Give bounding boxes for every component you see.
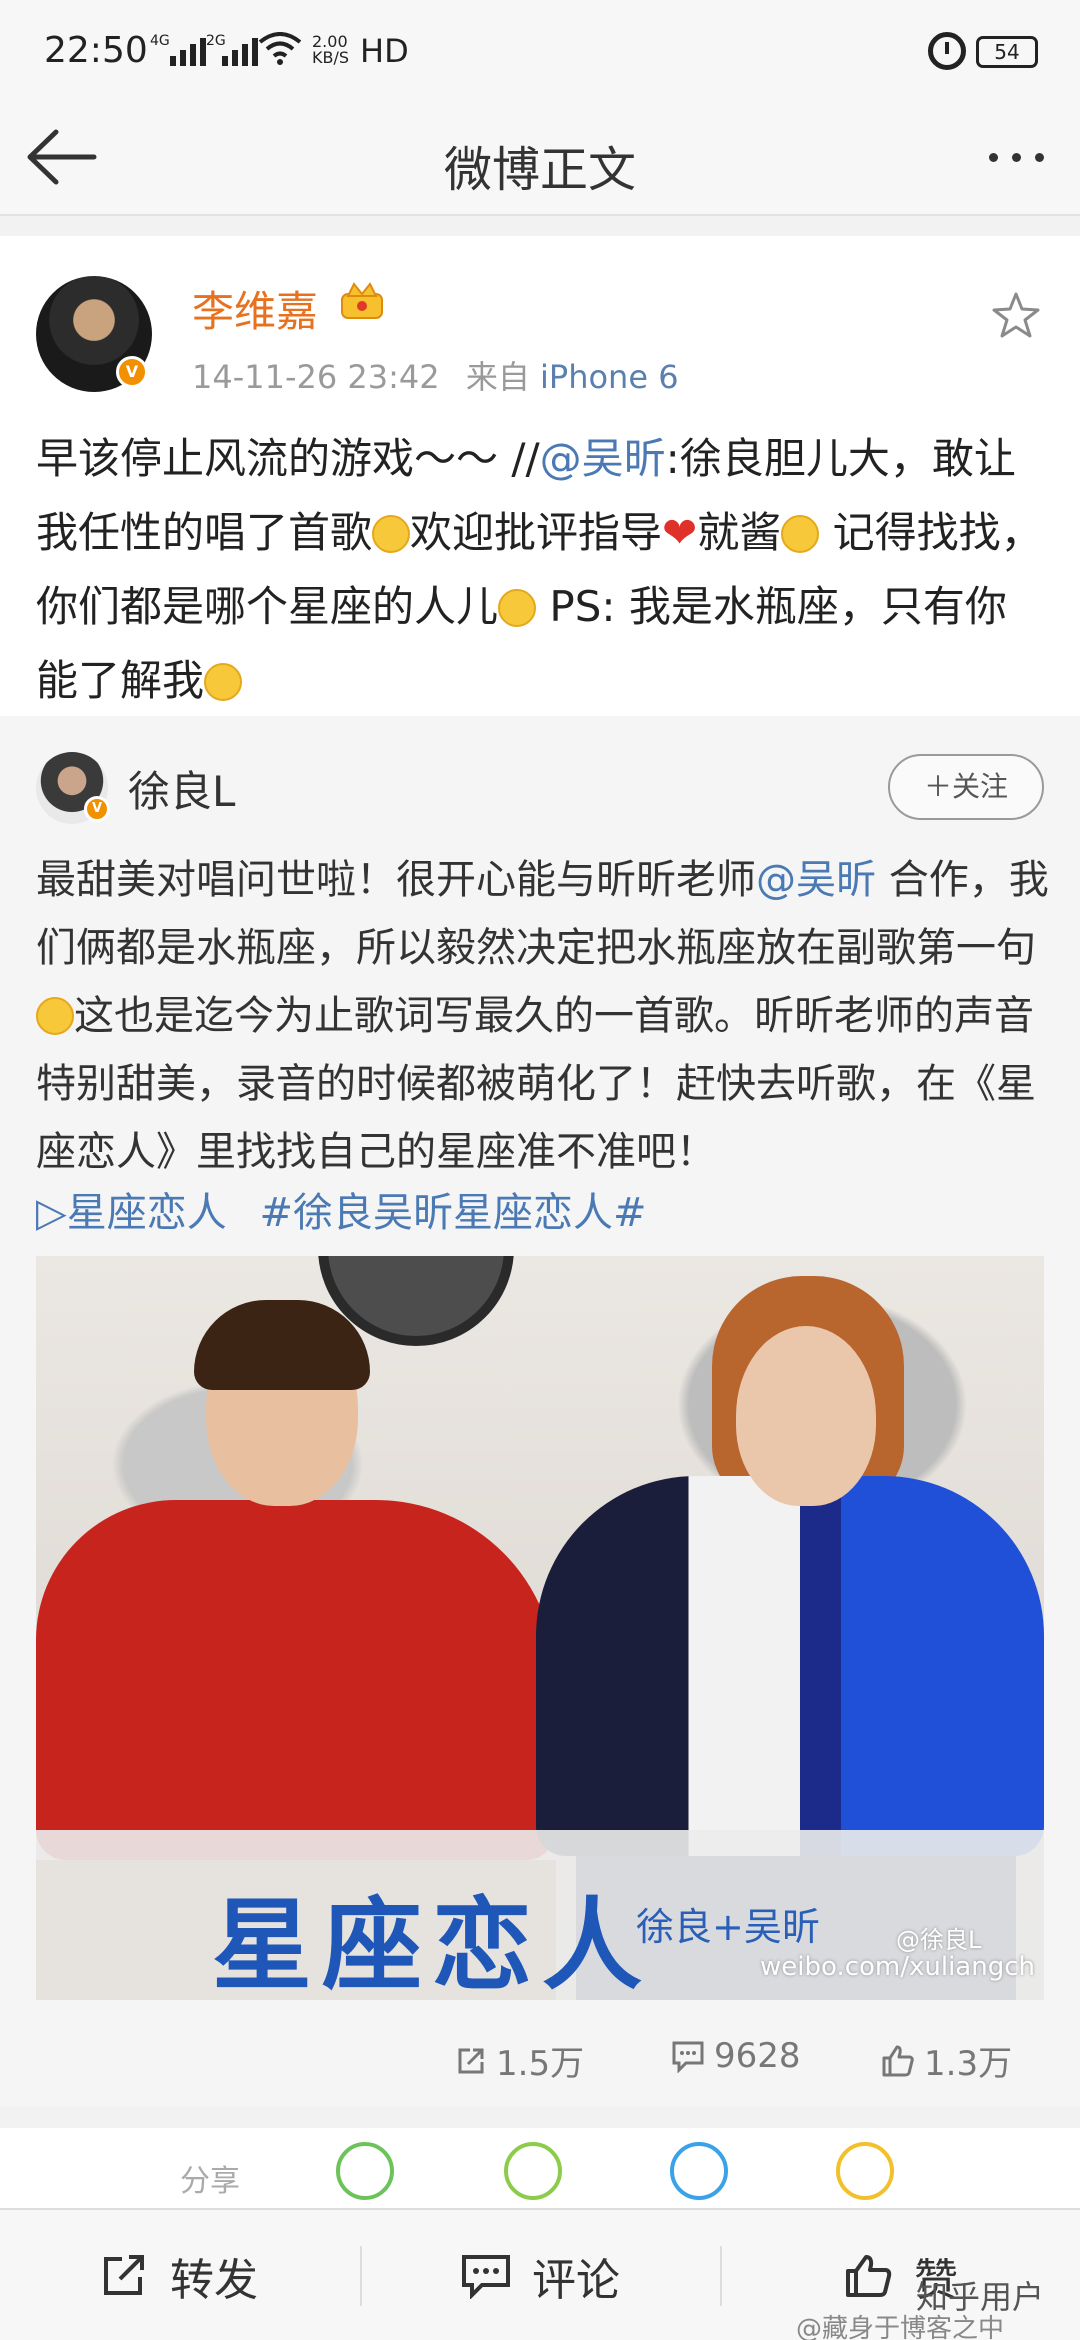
album-artists: 徐良+吴昕 [636, 1905, 820, 1949]
author-name[interactable]: 李维嘉 [192, 278, 318, 339]
share-label: 分享 [180, 2164, 240, 2199]
crown-icon [341, 282, 383, 319]
hd-indicator: HD [360, 32, 409, 70]
like-count[interactable]: 1.3万 [880, 2036, 1012, 2085]
thumbs-up-icon [882, 2045, 914, 2076]
moments-icon[interactable] [504, 2142, 562, 2200]
like-toolbar-icon [846, 2255, 892, 2297]
repost-button[interactable]: 转发 [100, 2210, 258, 2340]
repost-count[interactable]: 1.5万 [454, 2036, 584, 2085]
toolbar-divider [720, 2246, 722, 2306]
status-time: 22:50 [44, 30, 148, 71]
repost-links: ▷星座恋人 #徐良吴昕星座恋人# [36, 1180, 647, 1238]
person-right-figure [536, 1476, 1044, 1856]
tongue-emoji-icon [372, 515, 411, 553]
topic-link[interactable]: #徐良吴昕星座恋人# [259, 1190, 646, 1236]
person-right-face [736, 1326, 876, 1506]
comment-button[interactable]: 评论 [460, 2210, 620, 2340]
nav-bar: 微博正文 [0, 100, 1080, 216]
repost-author-name[interactable]: 徐良L [128, 758, 235, 819]
favorite-star-icon[interactable] [990, 290, 1042, 342]
repost-action-counts: 1.5万 9628 1.3万 [0, 2026, 1080, 2090]
wechat-icon[interactable] [336, 2142, 394, 2200]
heart-emoji-icon: ❤ [662, 508, 698, 557]
wifi-icon [258, 32, 302, 65]
reposted-weibo[interactable]: V 徐良L ＋关注 最甜美对唱问世啦！很开心能与昕昕老师@吴昕 合作，我们俩都是… [0, 716, 1080, 2106]
share-row: 分享 [0, 2128, 1080, 2208]
post-text: 早该停止风流的游戏～～ //@吴昕:徐良胆儿大，敢让我任性的唱了首歌 欢迎批评指导… [36, 434, 1043, 705]
page-title: 微博正文 [443, 142, 636, 198]
repost-text: 最甜美对唱问世啦！很开心能与昕昕老师@吴昕 合作，我们俩都是水瓶座，所以毅然决定… [36, 857, 1049, 1175]
bottom-toolbar: 转发 评论 赞 知乎用户 @藏身于博客之中 [0, 2208, 1080, 2340]
follow-button[interactable]: ＋关注 [888, 754, 1044, 820]
grin-emoji-icon [498, 589, 537, 627]
more-options-icon[interactable] [976, 122, 1056, 192]
comment-icon [672, 2041, 704, 2073]
share-icon [458, 2048, 484, 2073]
source-prefix: 来自 [465, 358, 530, 396]
network-4g-label: 4G [150, 33, 170, 49]
laugh-emoji-icon [36, 997, 74, 1035]
tongue-emoji-2-icon [781, 515, 820, 553]
image-watermark-user: @徐良L [896, 1926, 982, 1954]
post-source[interactable]: iPhone 6 [540, 358, 679, 396]
weibo-post: V 李维嘉 14-11-26 23:42 来自 iPhone 6 早该停止风流的… [0, 236, 1080, 716]
alarm-icon [928, 32, 966, 70]
repost-mention-link[interactable]: @吴昕 [756, 857, 876, 903]
verified-badge-icon: V [116, 356, 148, 388]
qq-icon[interactable] [670, 2142, 728, 2200]
post-meta: 14-11-26 23:42 来自 iPhone 6 [192, 352, 679, 398]
signal-bars-icon [170, 36, 206, 66]
repost-verified-badge-icon: V [84, 796, 110, 822]
album-title: 星座恋人 [212, 1887, 652, 2000]
repost-icon [104, 2255, 144, 2295]
battery-icon: 54 [976, 36, 1038, 68]
person-left-figure [36, 1500, 556, 1860]
signal-bars-2-icon [222, 36, 258, 66]
image-watermark-url: weibo.com/xuliangch [760, 1952, 1035, 1982]
comment-toolbar-icon [462, 2255, 510, 2299]
network-speed: 2.00 KB/S [312, 32, 350, 67]
album-cover-image[interactable]: 星座恋人 徐良+吴昕 @徐良L weibo.com/xuliangch [36, 1256, 1044, 2000]
thinking-emoji-icon [204, 663, 243, 701]
watermark-author: @藏身于博客之中 [796, 2314, 1005, 2340]
song-link[interactable]: ▷星座恋人 [36, 1190, 227, 1236]
post-time: 14-11-26 23:42 [192, 358, 440, 396]
qzone-icon[interactable] [836, 2142, 894, 2200]
toolbar-divider [360, 2246, 362, 2306]
status-bar: 22:50 4G 2G 2.00 KB/S HD 54 [0, 0, 1080, 100]
mention-link[interactable]: @吴昕 [540, 434, 666, 483]
comment-count[interactable]: 9628 [670, 2036, 801, 2076]
